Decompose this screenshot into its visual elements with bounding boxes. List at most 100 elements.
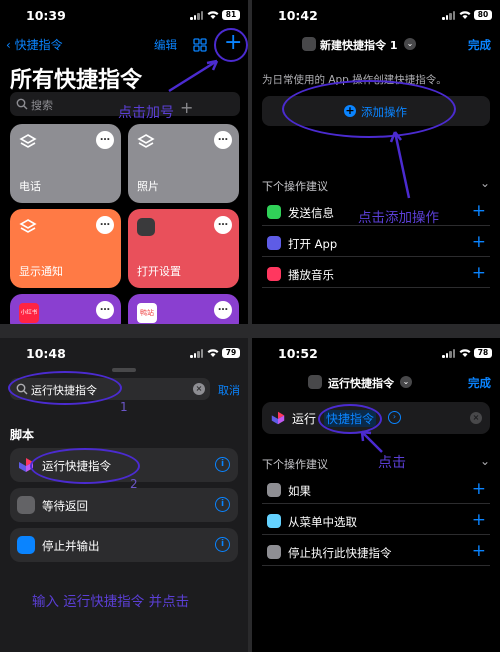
signal-icon [442,349,456,358]
shortcut-title[interactable]: 新建快捷指令 1 [320,37,397,53]
annotation-type-and-tap: 输入 运行快捷指令 并点击 [32,594,190,610]
add-icon[interactable]: + [472,201,486,221]
status-bar: 10:42 80 [252,0,500,30]
annotation-arrow [389,131,411,199]
action-wait-return[interactable]: 等待返回 i [10,488,238,522]
more-icon[interactable]: … [214,216,232,234]
status-bar: 10:52 78 [252,338,500,368]
suggestion-row[interactable]: 从菜单中选取 + [262,507,490,535]
card-label: 显示通知 [19,265,63,278]
run-shortcut-screen: 10:52 78 运行快捷指令 ⌄ 完成 运行 快捷指令 › × 点击 下个操作… [252,338,500,652]
wait-icon [17,496,35,514]
suggestion-row[interactable]: 播放音乐 + [262,260,490,288]
shortcut-card-photos[interactable]: … 照片 [128,124,239,203]
chevron-down-icon[interactable]: ⌄ [480,454,490,468]
music-icon [267,267,281,281]
suggestion-row[interactable]: 停止执行此快捷指令 + [262,538,490,566]
back-button[interactable]: ‹ 快捷指令 [6,36,63,53]
wifi-icon [459,11,471,19]
add-icon[interactable]: + [472,541,486,561]
done-button[interactable]: 完成 [468,375,491,391]
remove-icon[interactable]: × [470,412,482,424]
add-icon[interactable]: + [472,510,486,530]
card-label: 电话 [19,180,41,193]
clear-icon[interactable]: × [193,383,205,395]
suggestion-row[interactable]: 如果 + [262,476,490,504]
if-icon [267,483,281,497]
section-header: 下个操作建议 [262,180,328,193]
chevron-down-icon[interactable]: ⌄ [404,38,416,50]
status-bar: 10:39 81 [0,0,248,30]
status-time: 10:52 [278,346,318,361]
suggestion-label: 停止执行此快捷指令 [288,546,392,560]
add-icon[interactable]: + [472,232,486,252]
signal-icon [190,11,204,20]
annotation-tap: 点击 [378,455,406,471]
sheet-grabber[interactable] [112,368,136,372]
grid-view-icon[interactable] [193,38,207,52]
cancel-button[interactable]: 取消 [218,382,240,398]
status-time: 10:42 [278,8,318,23]
card-label: 照片 [137,180,159,193]
shortcuts-list-screen: 10:39 81 ‹ 快捷指令 编辑 + 所有快捷指令 搜索 点击加号 + … … [0,0,248,324]
settings-gear-icon [137,218,155,236]
add-icon[interactable]: + [472,263,486,283]
chevron-down-icon[interactable]: ⌄ [480,176,490,190]
done-button[interactable]: 完成 [468,37,491,53]
highlight-circle [8,371,122,405]
stop-output-icon [17,536,35,554]
chevron-left-icon: ‹ [6,38,15,52]
search-icon [16,98,28,110]
chevron-right-icon[interactable]: › [388,411,401,424]
more-icon[interactable]: … [214,301,232,319]
signal-icon [442,11,456,20]
suggestion-label: 如果 [288,484,311,498]
shortcut-title[interactable]: 运行快捷指令 [328,375,394,391]
more-icon[interactable]: … [96,131,114,149]
shortcut-card-phone[interactable]: … 电话 [10,124,121,203]
shortcuts-icon [137,134,155,148]
message-icon [267,205,281,219]
shortcut-card-xiaohongshu[interactable]: 小红书 … [10,294,121,324]
nav-bar: 运行快捷指令 ⌄ 完成 [252,372,500,394]
battery-indicator: 79 [222,348,240,358]
annotation-arrow [168,59,219,93]
suggestion-row[interactable]: 打开 App + [262,229,490,257]
more-icon[interactable]: … [96,216,114,234]
action-label: 停止并输出 [42,539,100,553]
action-stop-output[interactable]: 停止并输出 i [10,528,238,562]
suggestion-label: 发送信息 [288,206,334,220]
add-icon[interactable]: + [472,479,486,499]
suggestion-label: 从菜单中选取 [288,515,357,529]
shortcuts-icon [19,219,37,233]
chevron-down-icon[interactable]: ⌄ [400,376,412,388]
wifi-icon [207,349,219,357]
signal-icon [190,349,204,358]
shortcut-icon [302,37,316,51]
highlight-circle [282,80,456,138]
highlight-circle [30,448,140,484]
info-icon[interactable]: i [215,497,230,512]
action-verb: 运行 [292,412,317,426]
stop-icon [267,545,281,559]
suggestion-label: 打开 App [288,237,338,251]
nav-bar: 新建快捷指令 1 ⌄ 完成 [252,34,500,56]
action-label: 等待返回 [42,499,88,513]
info-icon[interactable]: i [215,537,230,552]
shortcut-card-notification[interactable]: … 显示通知 [10,209,121,288]
info-icon[interactable]: i [215,457,230,472]
more-icon[interactable]: … [96,301,114,319]
page-title: 所有快捷指令 [10,68,143,93]
shortcut-card-settings[interactable]: … 打开设置 [128,209,239,288]
status-time: 10:48 [26,346,66,361]
edit-button[interactable]: 编辑 [154,37,177,53]
step-mark-1: 1 [120,400,128,414]
annotation-tap-plus: 点击加号 [118,105,174,121]
wifi-icon [207,11,219,19]
status-bar: 10:48 79 [0,338,248,368]
menu-icon [267,514,281,528]
card-label: 打开设置 [137,265,181,278]
more-icon[interactable]: … [214,131,232,149]
plus-icon: + [180,98,194,117]
shortcut-card-app[interactable]: 鸭站 … [128,294,239,324]
